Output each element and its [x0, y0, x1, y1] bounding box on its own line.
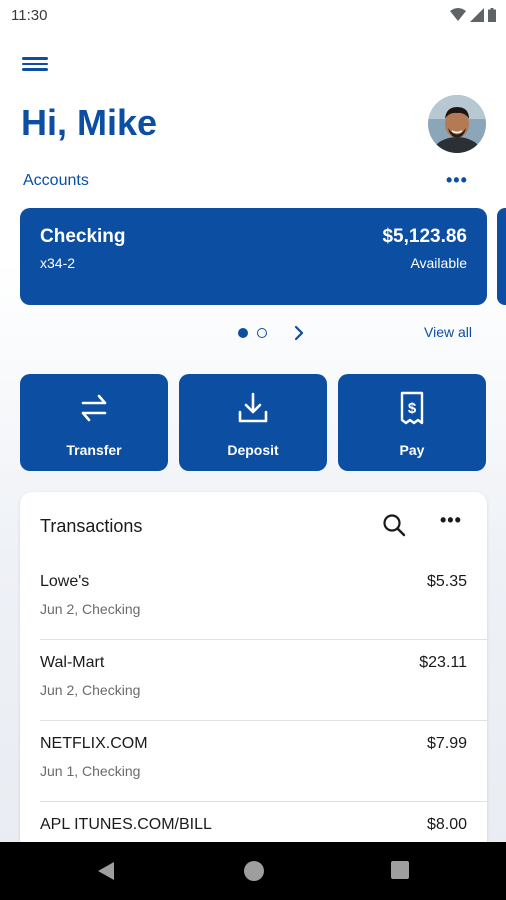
account-card-checking[interactable]: Checking x34-2 $5,123.86 Available	[20, 208, 487, 305]
transfer-button[interactable]: Transfer	[20, 374, 168, 471]
search-icon[interactable]	[381, 512, 407, 538]
transfer-label: Transfer	[66, 442, 122, 458]
transaction-row[interactable]: Wal-Mart Jun 2, Checking $23.11	[40, 640, 467, 721]
transaction-amount: $7.99	[426, 735, 467, 752]
back-icon[interactable]	[96, 860, 116, 882]
pager-dot-active[interactable]	[238, 328, 248, 338]
transfer-icon	[81, 394, 107, 422]
pay-button[interactable]: $ Pay	[338, 374, 486, 471]
deposit-button[interactable]: Deposit	[179, 374, 327, 471]
menu-icon[interactable]	[22, 54, 48, 76]
home-icon[interactable]	[243, 860, 265, 882]
transaction-meta: Jun 1, Checking	[40, 763, 141, 779]
svg-text:$: $	[408, 400, 417, 417]
recents-icon[interactable]	[390, 860, 410, 880]
account-balance: $5,123.86	[382, 226, 467, 247]
transaction-amount: $23.11	[419, 654, 467, 671]
transactions-more-icon[interactable]: •••	[440, 510, 462, 531]
battery-icon	[488, 8, 496, 22]
deposit-icon	[238, 392, 268, 423]
signal-icon	[470, 8, 484, 22]
transaction-merchant: Lowe's	[40, 573, 90, 590]
pay-icon: $	[400, 391, 424, 425]
deposit-label: Deposit	[227, 442, 279, 458]
account-balance-label: Available	[410, 255, 467, 271]
accounts-label: Accounts	[23, 172, 89, 189]
account-name: Checking	[40, 226, 126, 247]
page-title: Hi, Mike	[21, 102, 158, 143]
pay-label: Pay	[399, 442, 425, 458]
transaction-amount: $8.00	[426, 816, 467, 833]
transaction-meta: Jun 2, Checking	[40, 601, 141, 617]
status-time: 11:30	[11, 7, 48, 24]
status-icons	[450, 8, 496, 22]
chevron-right-icon[interactable]	[292, 324, 306, 342]
transaction-merchant: APL ITUNES.COM/BILL	[40, 816, 212, 833]
pager-dot-inactive[interactable]	[257, 328, 267, 338]
wifi-icon	[450, 8, 466, 21]
transaction-merchant: NETFLIX.COM	[40, 735, 148, 752]
transactions-title: Transactions	[40, 516, 143, 536]
status-bar: 11:30	[0, 0, 506, 32]
view-all-link[interactable]: View all	[424, 324, 472, 340]
transaction-merchant: Wal-Mart	[40, 654, 105, 671]
next-account-card[interactable]	[497, 208, 506, 305]
account-number: x34-2	[40, 255, 76, 271]
transactions-card: Transactions ••• Lowe's Jun 2, Checking …	[20, 492, 487, 852]
transaction-row[interactable]: NETFLIX.COM Jun 1, Checking $7.99	[40, 721, 467, 802]
transaction-row[interactable]: Lowe's Jun 2, Checking $5.35	[40, 559, 467, 640]
transaction-meta: Jun 2, Checking	[40, 682, 141, 698]
system-nav-bar	[0, 842, 506, 900]
accounts-more-icon[interactable]: •••	[446, 170, 468, 191]
transaction-amount: $5.35	[426, 573, 467, 590]
avatar[interactable]	[428, 95, 486, 153]
